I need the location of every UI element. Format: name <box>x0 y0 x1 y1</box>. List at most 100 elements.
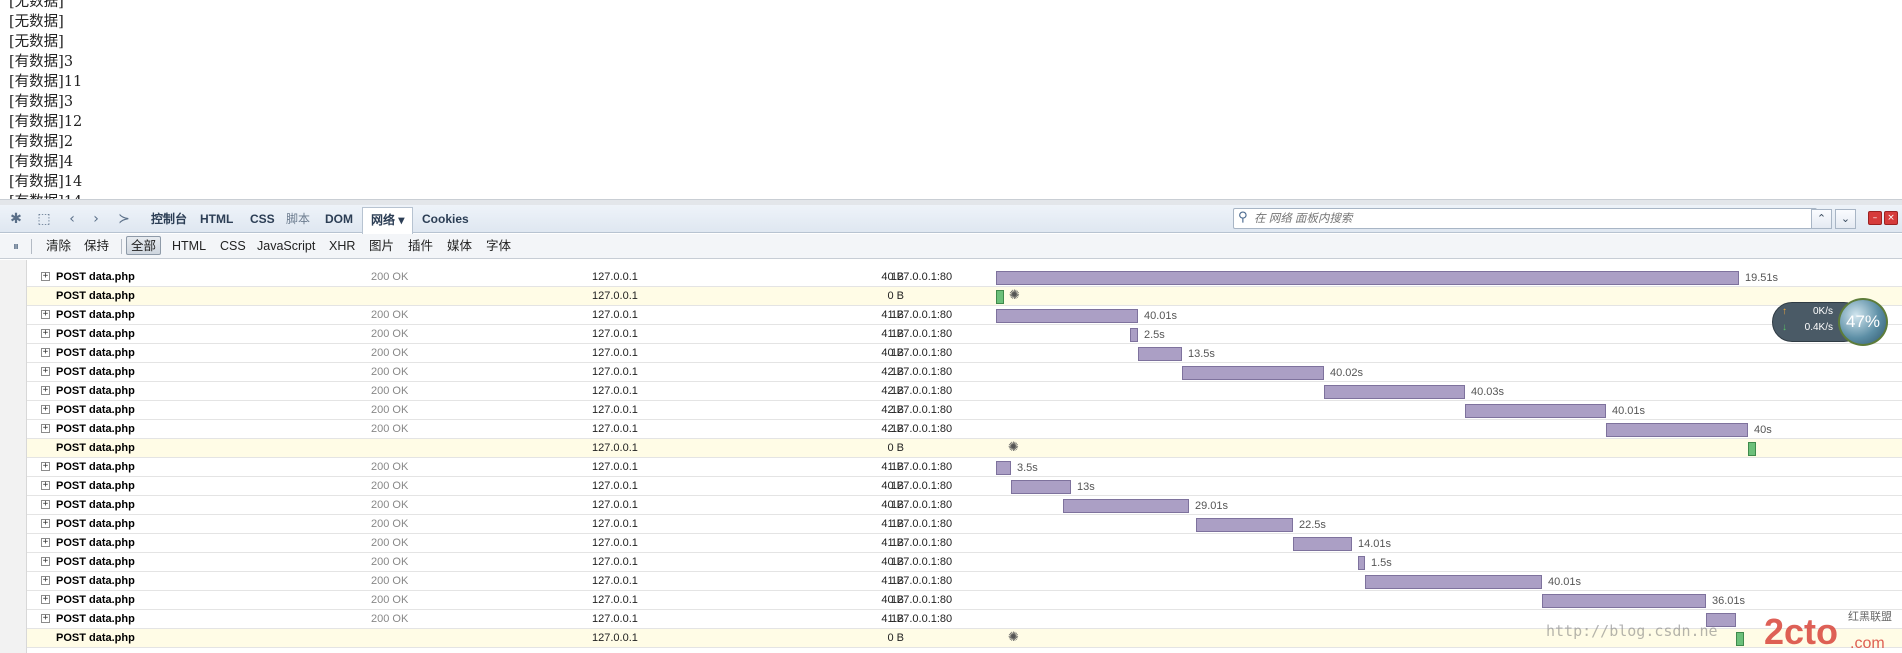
expand-icon[interactable]: + <box>41 348 50 357</box>
speed-widget[interactable]: ↑ 0K/s ↓ 0.4K/s 47% <box>1772 298 1892 346</box>
timeline-duration-label: 40.01s <box>1144 310 1178 322</box>
watermark-logo-cn: 红黑联盟 <box>1848 610 1892 623</box>
timeline-bar[interactable] <box>1324 385 1465 399</box>
filter-fonts[interactable]: 字体 <box>486 237 511 256</box>
request-row[interactable]: + POST data.php 200 OK 127.0.0.1 41 B 127.0.0… <box>27 306 1902 325</box>
back-icon[interactable]: ‹ <box>62 209 82 229</box>
request-row[interactable]: + POST data.php 200 OK 127.0.0.1 42 B 127.0.0… <box>27 382 1902 401</box>
firebug-menu-icon[interactable]: ✱ <box>6 209 26 229</box>
request-row[interactable]: + POST data.php 200 OK 127.0.0.1 42 B 127.0.0… <box>27 363 1902 382</box>
expand-icon[interactable]: + <box>41 557 50 566</box>
search-prev-button[interactable]: ⌃ <box>1811 209 1832 229</box>
timeline-bar[interactable] <box>996 271 1739 285</box>
request-row[interactable]: + POST data.php 200 OK 127.0.0.1 42 B 127.0.0… <box>27 401 1902 420</box>
request-row[interactable]: + POST data.php 200 OK 127.0.0.1 40 B 127.0.0… <box>27 496 1902 515</box>
expand-icon[interactable]: + <box>41 576 50 585</box>
tab-cookies[interactable]: Cookies <box>422 205 469 233</box>
request-row[interactable]: + POST data.php 200 OK 127.0.0.1 40 B 127.0.0… <box>27 344 1902 363</box>
timeline-bar[interactable] <box>1542 594 1706 608</box>
timeline-pending-bar <box>1736 632 1744 646</box>
expand-icon[interactable]: + <box>41 481 50 490</box>
tab-net[interactable]: 网络 ▾ <box>362 207 414 234</box>
expand-icon[interactable]: + <box>41 462 50 471</box>
request-url: POST data.php <box>56 366 135 378</box>
timeline-bar[interactable] <box>1465 404 1606 418</box>
filter-plugins[interactable]: 插件 <box>408 237 433 256</box>
loading-spinner-icon: ✺ <box>1008 630 1019 645</box>
timeline-bar[interactable] <box>1182 366 1324 380</box>
timeline-bar[interactable] <box>1130 328 1138 342</box>
tab-css[interactable]: CSS <box>250 205 275 233</box>
request-row[interactable]: + POST data.php 200 OK 127.0.0.1 41 B 127.0.0… <box>27 572 1902 591</box>
request-row[interactable]: POST data.php 127.0.0.1 0 B ✺ <box>27 439 1902 458</box>
request-row[interactable]: + POST data.php 200 OK 127.0.0.1 40 B 127.0.0… <box>27 591 1902 610</box>
request-domain: 127.0.0.1 <box>592 404 638 416</box>
request-status: 200 OK <box>371 385 409 397</box>
output-line: [有数据]3 <box>9 54 74 70</box>
tab-console[interactable]: 控制台 <box>151 205 187 233</box>
request-row[interactable]: + POST data.php 200 OK 127.0.0.1 42 B 127.0.0… <box>27 420 1902 439</box>
request-size: 0 B <box>887 632 904 644</box>
forward-icon[interactable]: › <box>86 209 106 229</box>
request-status: 200 OK <box>371 518 409 530</box>
timeline-duration-label: 13s <box>1077 481 1095 493</box>
expand-icon[interactable]: + <box>41 424 50 433</box>
request-domain: 127.0.0.1 <box>592 309 638 321</box>
output-line: [有数据]12 <box>9 114 83 130</box>
timeline-bar[interactable] <box>1293 537 1352 551</box>
filter-html[interactable]: HTML <box>172 237 206 256</box>
expand-icon[interactable]: + <box>41 386 50 395</box>
expand-icon[interactable]: + <box>41 519 50 528</box>
request-remote-ip: 127.0.0.1:80 <box>891 309 953 321</box>
expand-icon[interactable]: + <box>41 310 50 319</box>
output-line: [无数据] <box>9 14 64 30</box>
command-line-icon[interactable]: ≻ <box>114 209 134 229</box>
expand-icon[interactable]: + <box>41 367 50 376</box>
download-speed-value: 0.4K/s <box>1804 322 1833 333</box>
tab-dom[interactable]: DOM <box>325 205 353 233</box>
filter-javascript[interactable]: JavaScript <box>257 237 315 256</box>
request-row[interactable]: + POST data.php 200 OK 127.0.0.1 41 B 127.0.0… <box>27 458 1902 477</box>
request-row[interactable]: + POST data.php 200 OK 127.0.0.1 40 B 127.0.0… <box>27 268 1902 287</box>
timeline-bar[interactable] <box>1365 575 1542 589</box>
minimize-button[interactable]: – <box>1868 211 1882 225</box>
timeline-bar[interactable] <box>1606 423 1748 437</box>
filter-all[interactable]: 全部 <box>126 236 162 255</box>
inspect-element-icon[interactable]: ⬚ <box>34 209 54 229</box>
search-input[interactable] <box>1254 210 1809 227</box>
tab-script[interactable]: 脚本 <box>286 205 310 233</box>
expand-icon[interactable]: + <box>41 595 50 604</box>
timeline-bar[interactable] <box>1063 499 1189 513</box>
expand-icon[interactable]: + <box>41 329 50 338</box>
request-remote-ip: 127.0.0.1:80 <box>891 613 953 625</box>
persist-button[interactable]: 保持 <box>84 237 109 256</box>
filter-xhr[interactable]: XHR <box>329 237 355 256</box>
expand-icon[interactable]: + <box>41 272 50 281</box>
upload-speed: ↑ 0K/s <box>1782 306 1833 317</box>
search-next-button[interactable]: ⌄ <box>1835 209 1856 229</box>
request-row[interactable]: + POST data.php 200 OK 127.0.0.1 41 B 127.0.0… <box>27 515 1902 534</box>
timeline-bar[interactable] <box>996 461 1011 475</box>
clear-button[interactable]: 清除 <box>46 237 71 256</box>
tab-html[interactable]: HTML <box>200 205 233 233</box>
request-row[interactable]: + POST data.php 200 OK 127.0.0.1 40 B 127.0.0… <box>27 477 1902 496</box>
expand-icon[interactable]: + <box>41 500 50 509</box>
close-button[interactable]: × <box>1884 211 1898 225</box>
request-row[interactable]: + POST data.php 200 OK 127.0.0.1 40 B 127.0.0… <box>27 553 1902 572</box>
timeline-bar[interactable] <box>996 309 1138 323</box>
request-row[interactable]: + POST data.php 200 OK 127.0.0.1 41 B 127.0.0… <box>27 534 1902 553</box>
filter-css[interactable]: CSS <box>220 237 246 256</box>
timeline-bar[interactable] <box>1138 347 1182 361</box>
request-row[interactable]: + POST data.php 200 OK 127.0.0.1 41 B 127.0.0… <box>27 325 1902 344</box>
timeline-bar[interactable] <box>1358 556 1365 570</box>
expand-icon[interactable]: + <box>41 538 50 547</box>
expand-icon[interactable]: + <box>41 614 50 623</box>
pause-icon[interactable]: ⏸ <box>6 236 26 256</box>
filter-images[interactable]: 图片 <box>369 237 394 256</box>
request-row[interactable]: POST data.php 127.0.0.1 0 B ✺ <box>27 287 1902 306</box>
timeline-bar[interactable] <box>1011 480 1071 494</box>
filter-media[interactable]: 媒体 <box>447 237 472 256</box>
expand-icon[interactable]: + <box>41 405 50 414</box>
request-status: 200 OK <box>371 461 409 473</box>
timeline-bar[interactable] <box>1196 518 1293 532</box>
